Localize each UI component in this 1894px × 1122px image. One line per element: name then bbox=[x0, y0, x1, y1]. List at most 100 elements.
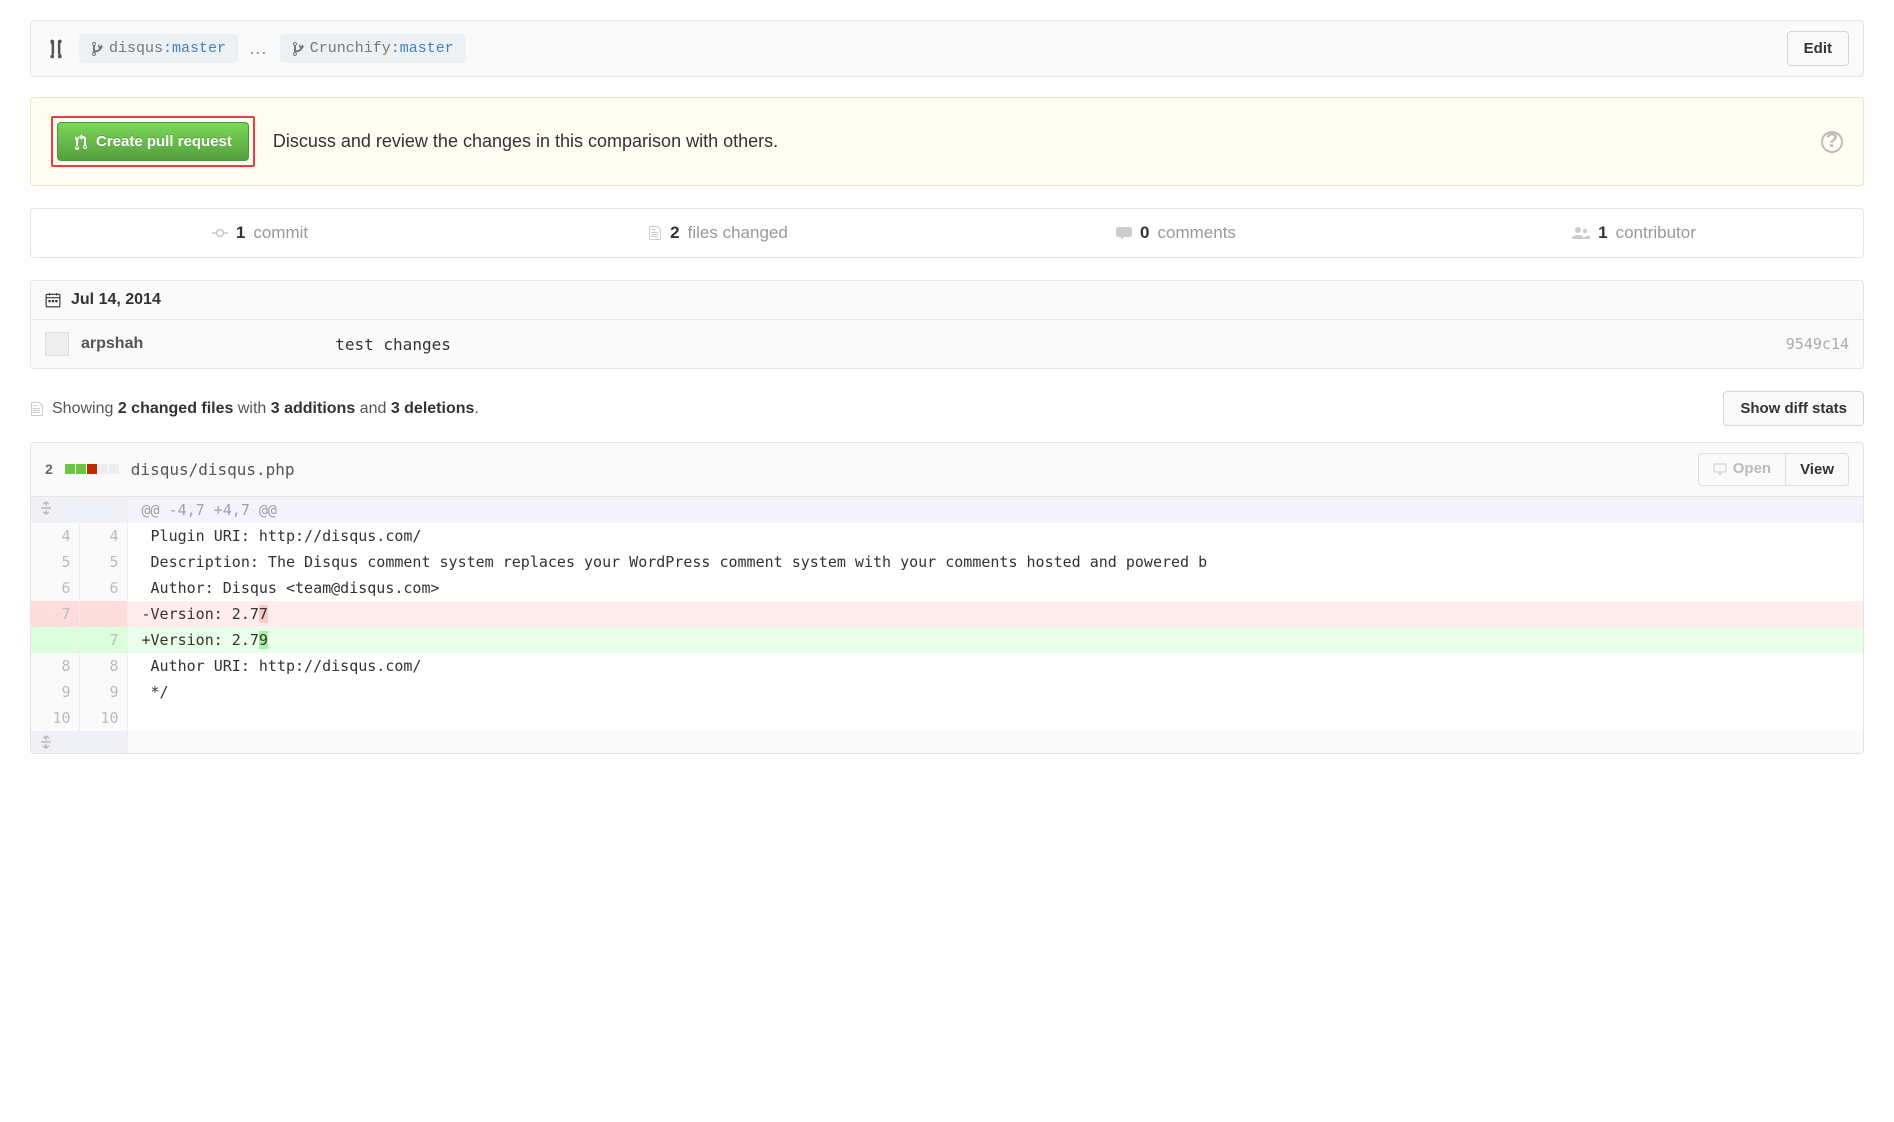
code-cell bbox=[127, 705, 1863, 731]
people-icon bbox=[1572, 226, 1590, 240]
line-number-old[interactable]: 5 bbox=[31, 549, 79, 575]
create-pull-request-button[interactable]: Create pull request bbox=[57, 122, 249, 161]
line-number-new[interactable]: 9 bbox=[79, 679, 127, 705]
create-pr-label: Create pull request bbox=[96, 133, 232, 150]
expand-icon bbox=[39, 501, 119, 515]
hunk-header: @@ -4,7 +4,7 @@ bbox=[127, 497, 1863, 523]
line-number-new[interactable]: 7 bbox=[79, 627, 127, 653]
line-number-new[interactable]: 10 bbox=[79, 705, 127, 731]
stats-row: 1 commit 2 files changed 0 comments 1 co… bbox=[30, 208, 1864, 258]
file-box: 2 disqus/disqus.php Open View @@ -4,7 + bbox=[30, 442, 1864, 754]
diff-line: 7 -Version: 2.77 bbox=[31, 601, 1863, 627]
diff-blocks bbox=[65, 464, 119, 474]
line-number-new[interactable]: 5 bbox=[79, 549, 127, 575]
base-branch: master bbox=[172, 40, 226, 57]
show-diff-stats-button[interactable]: Show diff stats bbox=[1723, 391, 1864, 426]
line-number-old[interactable]: 8 bbox=[31, 653, 79, 679]
head-branch-selector[interactable]: Crunchify:master bbox=[280, 34, 466, 63]
diff-summary-files: 2 changed files bbox=[118, 400, 234, 417]
code-cell: */ bbox=[127, 679, 1863, 705]
base-repo: disqus bbox=[109, 40, 163, 57]
compare-ellipsis: ... bbox=[250, 41, 268, 57]
edit-button[interactable]: Edit bbox=[1787, 31, 1849, 66]
diff-table: @@ -4,7 +4,7 @@44 Plugin URI: http://dis… bbox=[31, 497, 1863, 753]
compare-icon bbox=[45, 38, 67, 60]
diff-line: 88 Author URI: http://disqus.com/ bbox=[31, 653, 1863, 679]
code-cell: Author URI: http://disqus.com/ bbox=[127, 653, 1863, 679]
compare-bar: disqus:master ... Crunchify:master Edit bbox=[30, 20, 1864, 77]
line-number-old[interactable]: 9 bbox=[31, 679, 79, 705]
line-number-old[interactable]: 4 bbox=[31, 523, 79, 549]
contributors-label: contributor bbox=[1616, 223, 1696, 243]
diff-summary-prefix: Showing bbox=[52, 400, 118, 417]
view-file-button[interactable]: View bbox=[1786, 453, 1849, 486]
pull-request-icon bbox=[74, 134, 88, 150]
code-cell: Description: The Disqus comment system r… bbox=[127, 549, 1863, 575]
diff-summary-mid2: and bbox=[355, 400, 391, 417]
code-cell: +Version: 2.79 bbox=[127, 627, 1863, 653]
comments-label: comments bbox=[1158, 223, 1236, 243]
line-number-old[interactable]: 10 bbox=[31, 705, 79, 731]
diff-summary: Showing 2 changed files with 3 additions… bbox=[30, 391, 1864, 426]
expand-row[interactable] bbox=[31, 731, 1863, 753]
git-branch-icon bbox=[91, 41, 103, 57]
stat-commits[interactable]: 1 commit bbox=[31, 209, 489, 257]
files-count: 2 bbox=[670, 223, 679, 243]
open-label: Open bbox=[1733, 460, 1771, 477]
file-change-count: 2 bbox=[45, 461, 53, 477]
code-cell: Plugin URI: http://disqus.com/ bbox=[127, 523, 1863, 549]
commit-date-header: Jul 14, 2014 bbox=[30, 280, 1864, 319]
commit-message[interactable]: test changes bbox=[335, 335, 451, 354]
head-branch: master bbox=[400, 40, 454, 57]
calendar-icon bbox=[45, 292, 61, 308]
diff-summary-deletions: 3 deletions bbox=[391, 400, 475, 417]
file-icon bbox=[648, 225, 662, 241]
desktop-icon bbox=[1713, 463, 1727, 475]
line-number-old[interactable] bbox=[31, 627, 79, 653]
help-icon[interactable]: ? bbox=[1821, 131, 1843, 153]
commit-icon bbox=[212, 227, 228, 239]
stat-files[interactable]: 2 files changed bbox=[489, 209, 947, 257]
diff-line: 66 Author: Disqus <team@disqus.com> bbox=[31, 575, 1863, 601]
stat-contributors[interactable]: 1 contributor bbox=[1405, 209, 1863, 257]
pr-banner: Create pull request Discuss and review t… bbox=[30, 97, 1864, 186]
commits-count: 1 bbox=[236, 223, 245, 243]
commit-date: Jul 14, 2014 bbox=[71, 291, 161, 309]
file-header: 2 disqus/disqus.php Open View bbox=[31, 443, 1863, 497]
expand-icon bbox=[39, 735, 119, 749]
files-label: files changed bbox=[688, 223, 788, 243]
line-number-new[interactable]: 4 bbox=[79, 523, 127, 549]
commit-author[interactable]: arpshah bbox=[81, 335, 143, 353]
diff-summary-additions: 3 additions bbox=[271, 400, 355, 417]
pr-banner-description: Discuss and review the changes in this c… bbox=[273, 131, 778, 152]
avatar bbox=[45, 332, 69, 356]
diff-line: 55 Description: The Disqus comment syste… bbox=[31, 549, 1863, 575]
diff-line: 1010 bbox=[31, 705, 1863, 731]
diff-line: 99 */ bbox=[31, 679, 1863, 705]
open-file-button[interactable]: Open bbox=[1698, 453, 1786, 486]
diff-file-icon bbox=[30, 401, 44, 417]
diff-line: 44 Plugin URI: http://disqus.com/ bbox=[31, 523, 1863, 549]
line-number-old[interactable]: 6 bbox=[31, 575, 79, 601]
line-number-new[interactable] bbox=[79, 601, 127, 627]
contributors-count: 1 bbox=[1598, 223, 1607, 243]
line-number-old[interactable]: 7 bbox=[31, 601, 79, 627]
diff-summary-mid1: with bbox=[233, 400, 270, 417]
diff-summary-suffix: . bbox=[474, 400, 478, 417]
commits-label: commit bbox=[253, 223, 308, 243]
base-branch-selector[interactable]: disqus:master bbox=[79, 34, 238, 63]
code-cell: -Version: 2.77 bbox=[127, 601, 1863, 627]
stat-comments[interactable]: 0 comments bbox=[947, 209, 1405, 257]
highlight-annotation: Create pull request bbox=[51, 116, 255, 167]
line-number-new[interactable]: 6 bbox=[79, 575, 127, 601]
head-repo: Crunchify bbox=[310, 40, 391, 57]
commit-sha[interactable]: 9549c14 bbox=[1786, 335, 1849, 353]
git-branch-icon bbox=[292, 41, 304, 57]
commit-row[interactable]: arpshah test changes 9549c14 bbox=[30, 319, 1864, 369]
diff-line: 7+Version: 2.79 bbox=[31, 627, 1863, 653]
line-number-new[interactable]: 8 bbox=[79, 653, 127, 679]
code-cell: Author: Disqus <team@disqus.com> bbox=[127, 575, 1863, 601]
expand-row[interactable]: @@ -4,7 +4,7 @@ bbox=[31, 497, 1863, 523]
comments-count: 0 bbox=[1140, 223, 1149, 243]
file-name[interactable]: disqus/disqus.php bbox=[131, 460, 295, 479]
